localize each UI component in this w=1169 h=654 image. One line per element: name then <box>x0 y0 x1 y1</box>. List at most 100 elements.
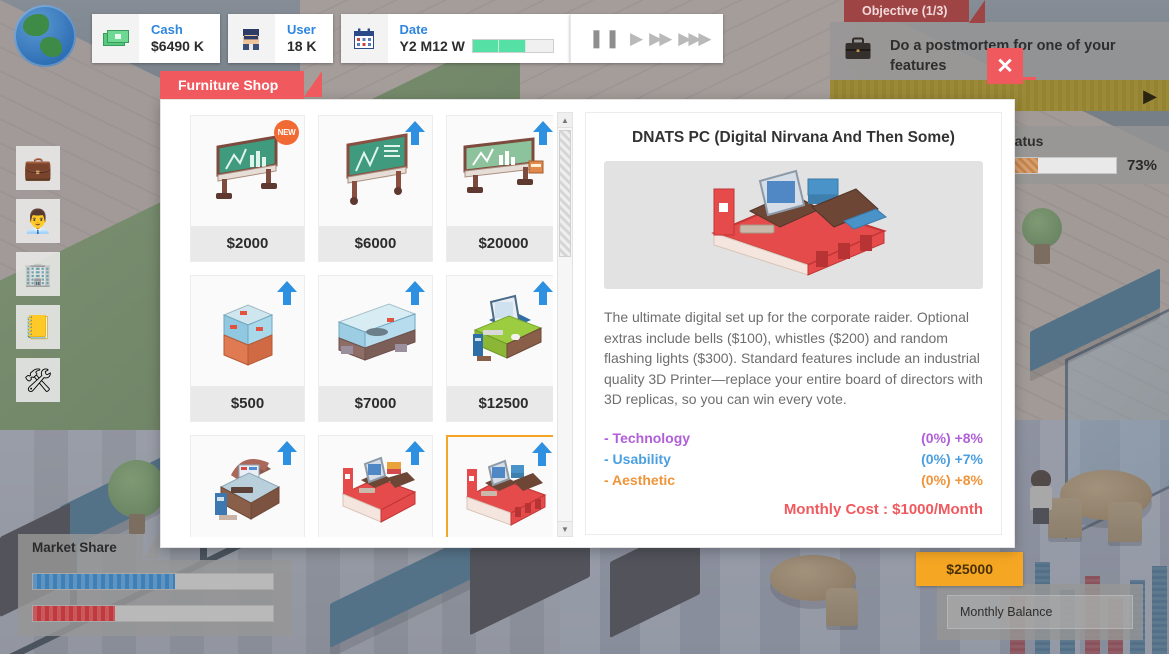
user-card[interactable]: User 18 K <box>227 14 333 63</box>
market-share-bar-blue <box>32 573 274 590</box>
furniture-thumb <box>447 116 553 226</box>
stat-value: (0%) +7% <box>921 450 983 467</box>
briefcase-icon <box>844 37 872 66</box>
furniture-thumb <box>191 436 304 537</box>
user-avatar-icon <box>227 14 275 63</box>
upgrade-arrow-icon <box>404 440 426 466</box>
pause-button[interactable]: ❚❚ <box>589 28 621 49</box>
detail-title: DNATS PC (Digital Nirvana And Then Some) <box>632 129 955 146</box>
date-label: Date <box>399 22 428 37</box>
stat-row-technology: - Technology (0%) +8% <box>604 428 983 448</box>
left-icon-rail: 💼 👨‍💼 🏢 📒 🛠 <box>16 146 60 411</box>
fast-forward-button[interactable]: ▶▶ <box>649 29 672 49</box>
stat-row-usability: - Usability (0%) +7% <box>604 449 983 469</box>
furniture-thumb <box>191 276 304 386</box>
top-hud: Cash $6490 K User 18 K Date Y2 M12 W ❚❚ … <box>92 14 723 63</box>
monthly-balance-label[interactable]: Monthly Balance <box>947 595 1133 629</box>
furniture-price: $20000 <box>447 226 553 261</box>
date-value: Y2 M12 W <box>399 38 465 54</box>
furniture-item-selected[interactable] <box>446 435 553 537</box>
market-share-title: Market Share <box>18 534 158 560</box>
scroll-up-button[interactable]: ▲ <box>558 113 572 128</box>
scrollbar-thumb[interactable] <box>559 130 571 257</box>
sidebar-item-building[interactable]: 🏢 <box>16 252 60 296</box>
upgrade-arrow-icon <box>276 280 298 306</box>
sidebar-item-briefcase[interactable]: 💼 <box>16 146 60 190</box>
upgrade-arrow-icon <box>276 440 298 466</box>
upgrade-arrow-icon <box>404 280 426 306</box>
furniture-shop-dialog: Furniture Shop NEW $2000 $6000 $20000 $5… <box>160 71 1015 548</box>
stat-label: - Usability <box>604 450 671 467</box>
date-card[interactable]: Date Y2 M12 W <box>340 14 570 63</box>
new-badge: NEW <box>274 120 299 145</box>
dnats-pc-large-icon <box>710 169 887 276</box>
furniture-item[interactable]: $500 <box>190 275 305 422</box>
tools-icon: 🛠 <box>23 366 53 393</box>
price-chip[interactable]: $25000 <box>916 552 1023 586</box>
stat-label: - Aesthetic <box>604 471 676 488</box>
furniture-thumb <box>319 436 432 537</box>
speed-controls: ❚❚ ▶ ▶▶ ▶▶▶ <box>569 14 723 63</box>
furniture-item[interactable]: $12500 <box>446 275 553 422</box>
furniture-price: $2000 <box>191 226 304 261</box>
play-button[interactable]: ▶ <box>630 29 643 49</box>
furniture-grid-scrollbar[interactable]: ▲ ▼ <box>557 112 573 537</box>
employee-icon: 👨‍💼 <box>23 207 53 234</box>
detail-monthly-cost: Monthly Cost : $1000/Month <box>783 501 983 518</box>
money-icon <box>92 14 139 63</box>
status-title: tatus <box>1010 133 1044 149</box>
status-percent-label: 73% <box>1126 157 1157 174</box>
furniture-grid-pane: NEW $2000 $6000 $20000 $500 $7000 $12500… <box>173 112 573 537</box>
sidebar-item-notebook[interactable]: 📒 <box>16 305 60 349</box>
detail-preview-image <box>604 161 983 289</box>
cash-label: Cash <box>151 22 183 37</box>
stat-value: (0%) +8% <box>921 471 983 488</box>
sidebar-item-employees[interactable]: 👨‍💼 <box>16 199 60 243</box>
market-share-panel: Market Share <box>18 534 292 636</box>
week-progress-bar <box>471 39 554 53</box>
calendar-svg <box>354 28 375 49</box>
user-label: User <box>286 22 316 37</box>
furniture-thumb <box>319 116 432 226</box>
furniture-item[interactable] <box>318 435 433 537</box>
fastest-forward-button[interactable]: ▶▶▶ <box>678 29 711 49</box>
upgrade-arrow-icon <box>532 120 553 146</box>
whiteboard-small-icon <box>215 135 277 199</box>
monthly-balance-panel: Monthly Balance <box>937 584 1143 640</box>
stat-row-aesthetic: - Aesthetic (0%) +8% <box>604 470 983 490</box>
sidebar-item-tools[interactable]: 🛠 <box>16 358 60 402</box>
furniture-price: $7000 <box>319 386 432 421</box>
game-screen: 💼 👨‍💼 🏢 📒 🛠 Cash $649 <box>0 0 1169 654</box>
furniture-item[interactable]: NEW $2000 <box>190 115 305 262</box>
scroll-down-button[interactable]: ▼ <box>558 521 572 536</box>
notebook-icon: 📒 <box>23 313 53 340</box>
money-icon-svg <box>102 29 129 46</box>
furniture-price: $12500 <box>447 386 553 421</box>
furniture-grid: NEW $2000 $6000 $20000 $500 $7000 $12500 <box>173 112 553 537</box>
stat-value: (0%) +8% <box>921 429 983 446</box>
upgrade-arrow-icon <box>532 280 553 306</box>
furniture-shop-tab-label: Furniture Shop <box>160 71 323 99</box>
furniture-item[interactable]: $6000 <box>318 115 433 262</box>
objective-tab-label: Objective (1/3) <box>844 0 986 23</box>
user-value: 18 K <box>286 38 317 54</box>
calendar-icon <box>340 14 388 63</box>
upgrade-arrow-icon <box>404 120 426 146</box>
furniture-thumb: NEW <box>191 116 304 226</box>
furniture-item[interactable]: $7000 <box>318 275 433 422</box>
user-avatar-svg <box>243 28 260 50</box>
status-panel: tatus 73% <box>1000 126 1169 184</box>
status-progress-bar <box>1010 157 1117 174</box>
furniture-shop-body: NEW $2000 $6000 $20000 $500 $7000 $12500… <box>160 99 1015 548</box>
furniture-item[interactable]: $20000 <box>446 115 553 262</box>
furniture-item[interactable] <box>190 435 305 537</box>
furniture-thumb <box>448 437 553 537</box>
furniture-thumb <box>319 276 432 386</box>
stat-label: - Technology <box>604 429 691 446</box>
upgrade-arrow-icon <box>531 441 553 467</box>
building-icon: 🏢 <box>23 260 53 287</box>
furniture-price: $500 <box>191 386 304 421</box>
furniture-grid-scroll: NEW $2000 $6000 $20000 $500 $7000 $12500 <box>173 112 553 537</box>
objective-next-button[interactable]: ▶ <box>1143 87 1157 105</box>
cash-card[interactable]: Cash $6490 K <box>92 14 220 63</box>
